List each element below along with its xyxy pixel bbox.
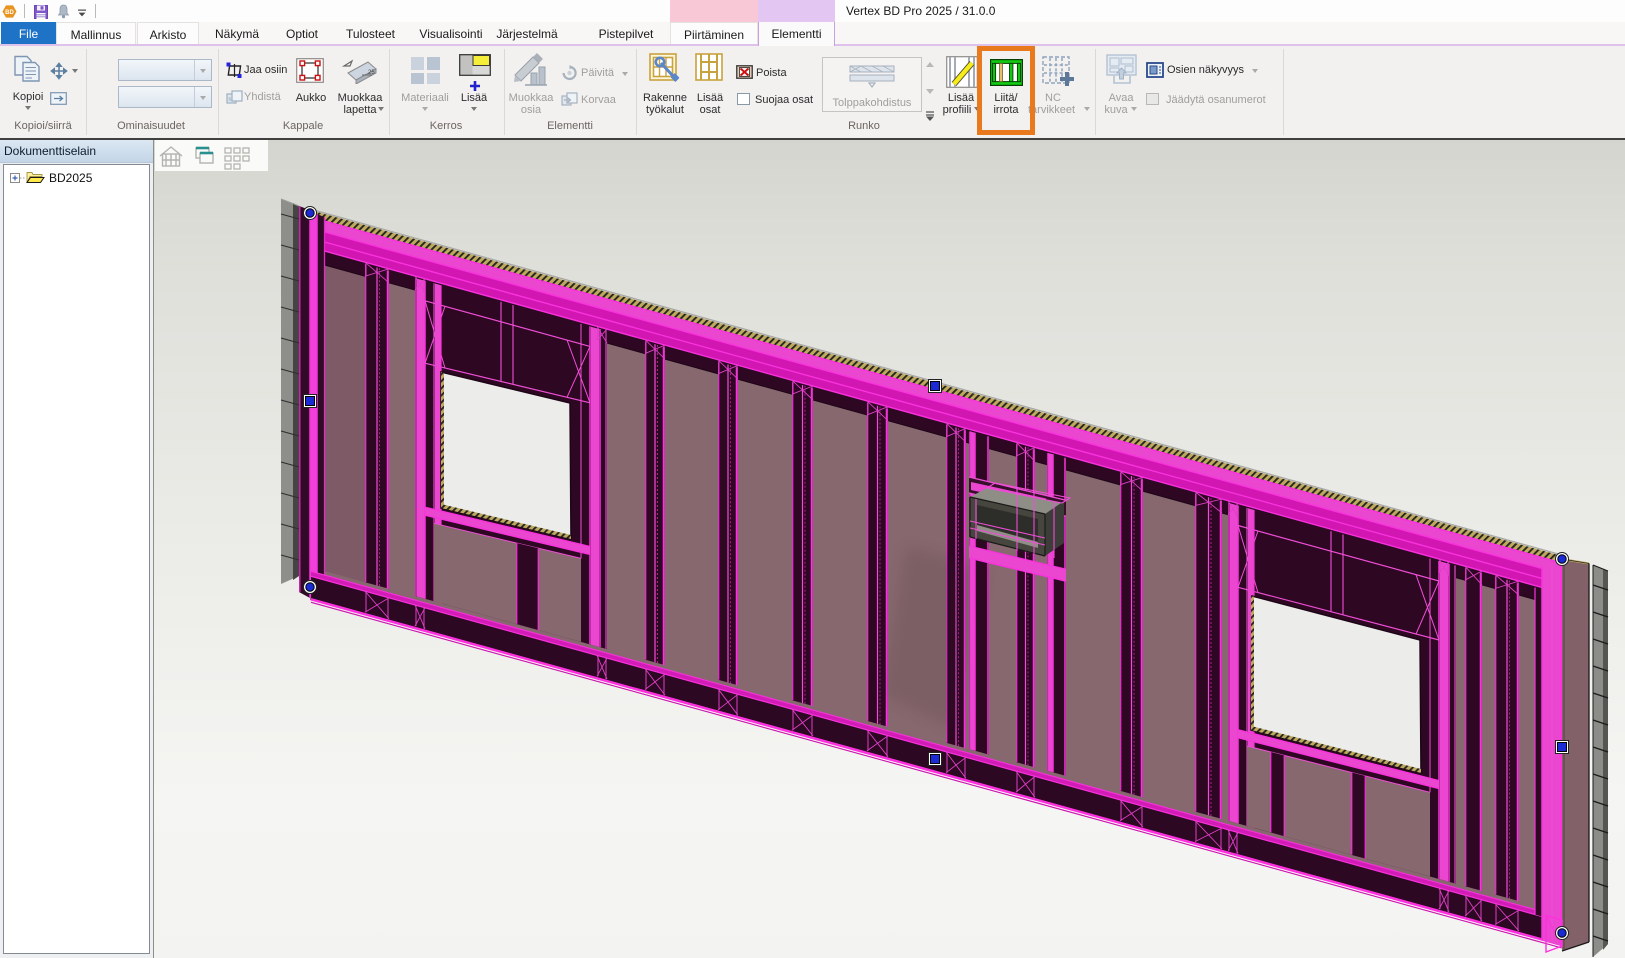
svg-text:25: 25 (368, 70, 375, 76)
svg-text:BD2025: BD2025 (49, 171, 93, 185)
svg-text:BD: BD (5, 10, 14, 16)
